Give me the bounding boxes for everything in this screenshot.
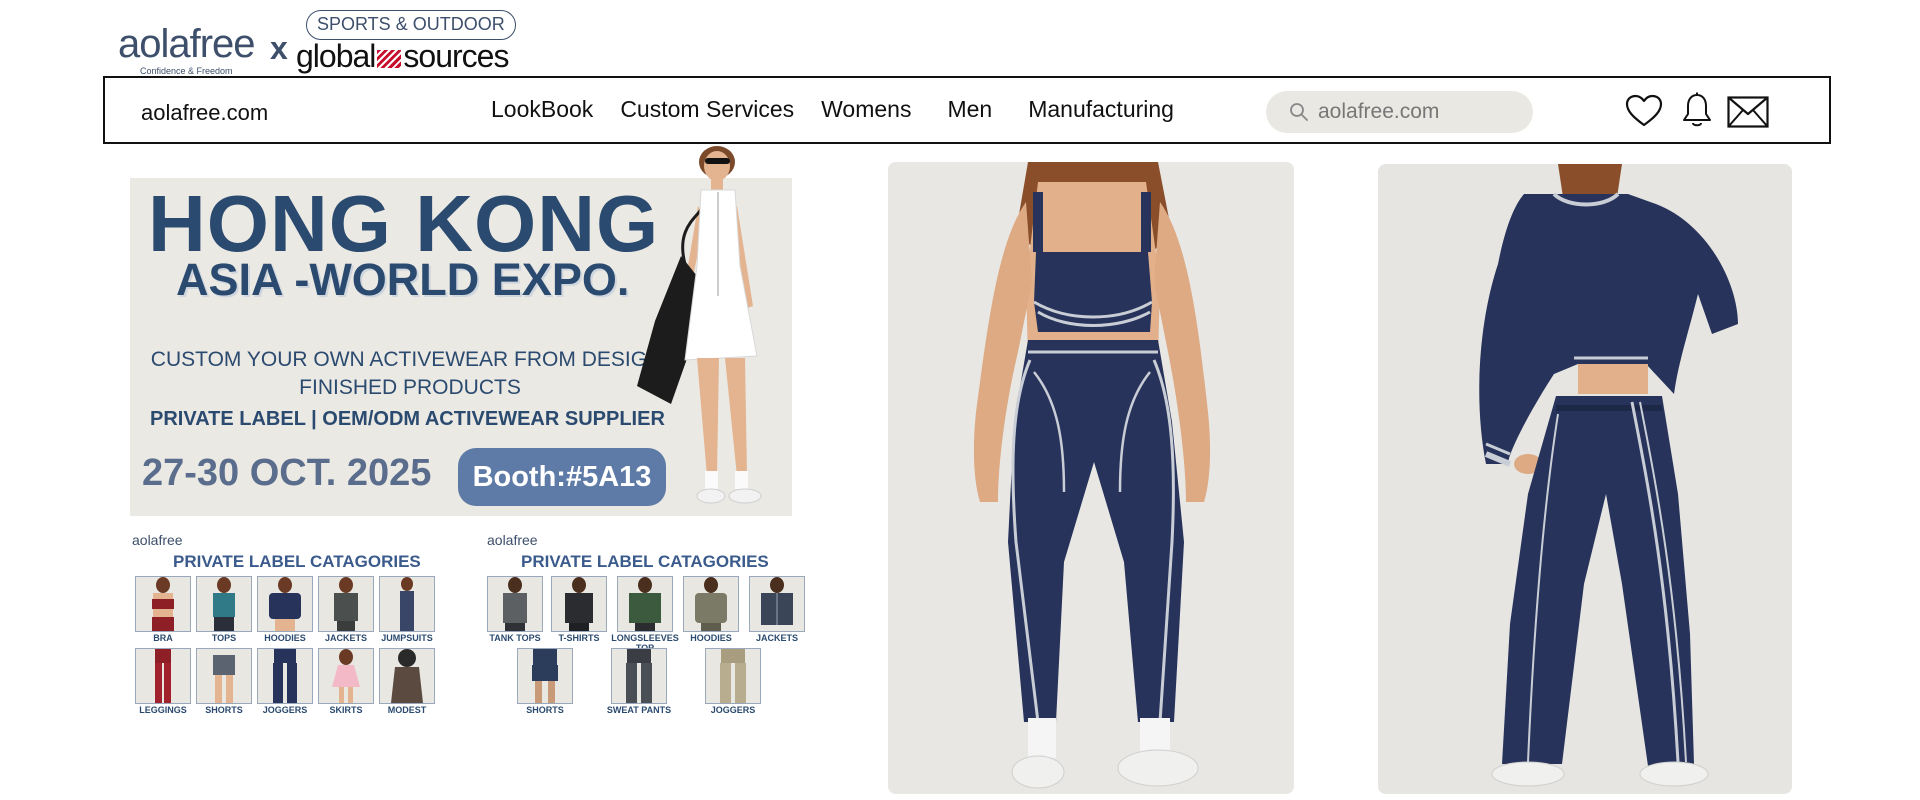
banner-private-label-text: PRIVATE LABEL | OEM/ODM ACTIVEWEAR SUPPL… [150, 408, 665, 430]
category-shorts[interactable]: SHORTS [196, 648, 252, 715]
category-board-women: aolafree PRIVATE LABEL CATAGORIES BRA TO… [130, 532, 460, 732]
category-thumb [749, 576, 805, 632]
category-leggings[interactable]: LEGGINGS [135, 648, 191, 715]
nav-lookbook[interactable]: LookBook [491, 96, 593, 123]
category-board-men: aolafree PRIVATE LABEL CATAGORIES TANK T… [485, 532, 815, 732]
category-tank-tops[interactable]: TANK TOPS [487, 576, 543, 643]
product-card-sweatshirt-set[interactable] [1378, 164, 1792, 794]
header-logos: aolafree Confidence & Freedom x SPORTS &… [118, 8, 638, 76]
category-label: LEGGINGS [139, 705, 187, 715]
category-thumb [683, 576, 739, 632]
sports-outdoor-pill: SPORTS & OUTDOOR [306, 10, 516, 40]
category-modest[interactable]: MODEST [379, 648, 435, 715]
category-thumb [257, 576, 313, 632]
category-label: JOGGERS [710, 705, 756, 715]
category-thumb [318, 576, 374, 632]
category-thumb [379, 576, 435, 632]
nav-links: LookBook Custom Services Womens Men Manu… [491, 96, 1201, 123]
category-label: JUMPSUITS [381, 633, 433, 643]
category-board-logo: aolafree [132, 532, 183, 548]
category-label: JOGGERS [262, 705, 308, 715]
collab-separator: x [270, 30, 288, 66]
category-jumpsuits[interactable]: JUMPSUITS [379, 576, 435, 643]
category-hoodies-men[interactable]: HOODIES [683, 576, 739, 643]
nav-womens[interactable]: Womens [821, 96, 911, 123]
category-thumb [318, 648, 374, 704]
main-navbar: aolafree.com LookBook Custom Services Wo… [103, 76, 1831, 144]
category-sweat-pants[interactable]: SWEAT PANTS [607, 648, 671, 715]
category-thumb [196, 648, 252, 704]
category-thumb [705, 648, 761, 704]
product-image-sweatshirt-set [1378, 164, 1792, 794]
category-thumb [196, 576, 252, 632]
category-label: SKIRTS [329, 705, 363, 715]
category-label: JACKETS [755, 633, 798, 643]
bell-icon[interactable] [1681, 92, 1713, 128]
expo-banner[interactable]: HONG KONG ASIA -WORLD EXPO. CUSTOM YOUR … [130, 146, 792, 516]
banner-custom-text: CUSTOM YOUR OWN ACTIVEWEAR FROM DESIGN-F… [150, 348, 670, 399]
category-thumb [135, 576, 191, 632]
category-board-title: PRIVATE LABEL CATAGORIES [173, 552, 421, 571]
heart-icon[interactable] [1625, 94, 1663, 128]
category-thumb [551, 576, 607, 632]
category-label: T-SHIRTS [558, 633, 600, 643]
category-joggers[interactable]: JOGGERS [257, 648, 313, 715]
category-label: HOODIES [264, 633, 306, 643]
banner-model-image [637, 146, 762, 504]
category-skirts[interactable]: SKIRTS [318, 648, 374, 715]
banner-dates: 27-30 OCT. 2025 [142, 452, 432, 494]
global-sources-part1: global [296, 38, 376, 74]
nav-manufacturing[interactable]: Manufacturing [1028, 96, 1174, 123]
category-label: TOPS [211, 633, 237, 643]
nav-custom-services[interactable]: Custom Services [620, 96, 794, 123]
product-image-leggings-set [888, 162, 1294, 794]
category-thumb [135, 648, 191, 704]
global-sources-mark-icon [377, 50, 402, 68]
site-domain-link[interactable]: aolafree.com [141, 100, 268, 126]
category-label: SWEAT PANTS [606, 705, 672, 715]
category-label: SHORTS [526, 705, 564, 715]
search-icon[interactable] [1289, 102, 1309, 122]
category-label: JACKETS [324, 633, 367, 643]
category-thumb [379, 648, 435, 704]
search-box [1266, 91, 1533, 133]
category-label: TANK TOPS [489, 633, 541, 643]
product-card-leggings-set[interactable] [888, 162, 1294, 794]
category-joggers-men[interactable]: JOGGERS [705, 648, 761, 715]
category-label: SHORTS [205, 705, 243, 715]
category-jackets[interactable]: JACKETS [318, 576, 374, 643]
aolafree-logo[interactable]: aolafree [118, 22, 256, 67]
category-label: MODEST [387, 705, 427, 715]
category-jackets-men[interactable]: JACKETS [749, 576, 805, 643]
search-input[interactable] [1318, 97, 1518, 127]
category-thumb [487, 576, 543, 632]
category-thumb [257, 648, 313, 704]
banner-subtitle: ASIA -WORLD EXPO. [176, 254, 630, 305]
category-label: BRA [153, 633, 173, 643]
nav-men[interactable]: Men [947, 96, 992, 123]
category-label: HOODIES [690, 633, 732, 643]
global-sources-part2: sources [403, 38, 509, 74]
global-sources-logo[interactable]: global sources [296, 38, 509, 75]
category-hoodies[interactable]: HOODIES [257, 576, 313, 643]
category-board-title: PRIVATE LABEL CATAGORIES [521, 552, 769, 571]
category-longsleeves-top[interactable]: LONGSLEEVES TOP [611, 576, 679, 653]
mail-icon[interactable] [1727, 96, 1769, 128]
category-thumb [517, 648, 573, 704]
category-shorts-men[interactable]: SHORTS [517, 648, 573, 715]
category-t-shirts[interactable]: T-SHIRTS [551, 576, 607, 643]
category-thumb [611, 648, 667, 704]
aolafree-tagline: Confidence & Freedom [140, 66, 233, 76]
category-tops[interactable]: TOPS [196, 576, 252, 643]
category-bra[interactable]: BRA [135, 576, 191, 643]
category-board-logo: aolafree [487, 532, 538, 548]
category-thumb [617, 576, 673, 632]
